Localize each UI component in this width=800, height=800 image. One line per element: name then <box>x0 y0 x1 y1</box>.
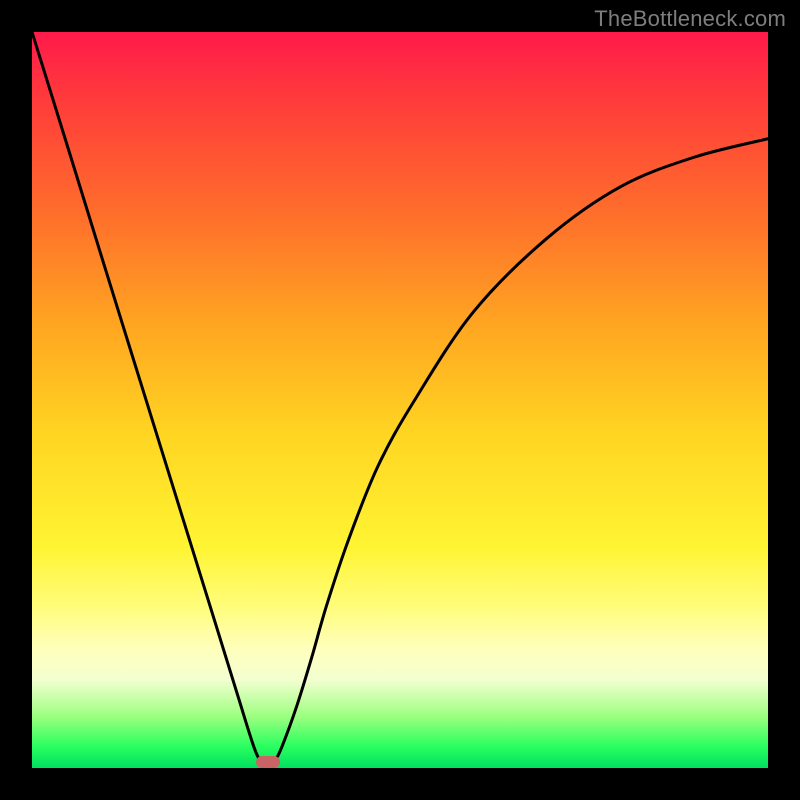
plot-area <box>32 32 768 768</box>
watermark-text: TheBottleneck.com <box>594 6 786 32</box>
minimum-marker <box>256 756 280 768</box>
bottleneck-curve <box>32 32 768 768</box>
chart-frame: TheBottleneck.com <box>0 0 800 800</box>
curve-path <box>32 32 768 767</box>
